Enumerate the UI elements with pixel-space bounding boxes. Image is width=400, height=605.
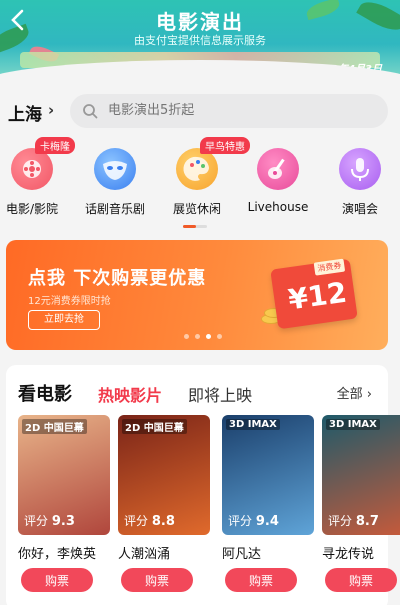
category-label: Livehouse	[247, 200, 309, 214]
carousel-dot	[184, 334, 189, 339]
search-bar[interactable]	[70, 94, 388, 128]
search-input[interactable]	[108, 94, 358, 128]
search-icon	[83, 104, 98, 119]
movie-score: 评分 9.3	[24, 514, 75, 529]
movie-poster[interactable]: 2D 中国巨幕 评分 8.8	[118, 415, 210, 535]
chevron-right-icon: ›	[48, 101, 55, 119]
theater-mask-icon	[94, 148, 136, 190]
format-tag: 2D 中国巨幕	[122, 419, 187, 434]
format-tag: 2D 中国巨幕	[22, 419, 87, 434]
movie-score: 评分 8.8	[124, 514, 175, 529]
palette-icon	[176, 148, 218, 190]
carousel-dots	[184, 334, 222, 339]
city-name: 上海	[8, 105, 42, 125]
movie-card[interactable]: 3D IMAX 评分 9.4 阿凡达 购票	[222, 415, 318, 592]
voucher-label: 消费券	[313, 258, 346, 276]
movie-title[interactable]: 寻龙传说	[322, 543, 400, 562]
carousel-dot	[195, 334, 200, 339]
format-tag: 3D IMAX	[226, 419, 280, 430]
category-label: 电影/影院	[5, 202, 59, 216]
movie-title[interactable]: 阿凡达	[222, 543, 318, 562]
movie-poster[interactable]: 2D 中国巨幕 评分 9.3	[18, 415, 110, 535]
grab-now-button[interactable]: 立即去抢	[28, 310, 100, 330]
promo-title: 点我 下次购票更优惠	[28, 268, 207, 289]
view-all-link[interactable]: 全部 ›	[337, 383, 372, 402]
category-label: 演唱会	[341, 202, 378, 216]
movie-score: 评分 9.4	[228, 514, 279, 529]
carousel-dot	[217, 334, 222, 339]
section-title: 看电影	[18, 384, 72, 405]
page-title: 电影演出	[156, 10, 244, 34]
promo-subtitle: 12元消费券限时抢	[28, 296, 111, 307]
buy-ticket-button[interactable]: 购票	[21, 568, 93, 592]
movie-card[interactable]: 3D IMAX 评分 8.7 寻龙传说 购票	[322, 415, 400, 592]
movie-score: 评分 8.7	[328, 514, 379, 529]
movie-card[interactable]: 2D 中国巨幕 评分 9.3 你好，李焕英 购票	[18, 415, 114, 592]
movie-poster[interactable]: 3D IMAX 评分 8.7	[322, 415, 400, 535]
category-theater[interactable]: 话剧音乐剧	[80, 148, 150, 217]
movie-title[interactable]: 你好，李焕英	[18, 543, 114, 562]
carousel-dot-active	[206, 334, 211, 339]
category-scroll-indicator	[183, 225, 207, 228]
category-badge: 卡梅隆	[35, 137, 75, 154]
tab-now-showing[interactable]: 热映影片	[98, 382, 162, 406]
category-exhibition[interactable]: 早鸟特惠 展览休闲	[162, 137, 250, 217]
category-concert[interactable]: 演唱会	[325, 148, 395, 217]
movie-card[interactable]: 2D 中国巨幕 评分 8.8 人潮汹涌 购票	[118, 415, 214, 592]
header-banner: 2021年4月3日 电影演出 由支付宝提供信息展示服务	[0, 0, 400, 80]
movie-poster[interactable]: 3D IMAX 评分 9.4	[222, 415, 314, 535]
format-tag: 3D IMAX	[326, 419, 380, 430]
promo-banner[interactable]: 点我 下次购票更优惠 12元消费券限时抢 立即去抢 消费券 ¥12	[6, 240, 388, 350]
voucher-amount: ¥12	[286, 275, 349, 317]
category-movie[interactable]: 卡梅隆 电影/影院	[0, 137, 75, 217]
film-reel-icon	[11, 148, 53, 190]
buy-ticket-button[interactable]: 购票	[121, 568, 193, 592]
guitar-icon	[257, 148, 299, 190]
buy-ticket-button[interactable]: 购票	[325, 568, 397, 592]
category-label: 话剧音乐剧	[84, 202, 145, 216]
movies-section: 看电影 热映影片 即将上映 全部 › 2D 中国巨幕 评分 9.3 你好，李焕英…	[6, 365, 400, 605]
tab-coming-soon[interactable]: 即将上映	[188, 382, 252, 406]
buy-ticket-button[interactable]: 购票	[225, 568, 297, 592]
movie-title[interactable]: 人潮汹涌	[118, 543, 214, 562]
voucher-graphic: 消费券 ¥12	[270, 258, 358, 330]
category-livehouse[interactable]: Livehouse	[243, 148, 313, 214]
page-subtitle: 由支付宝提供信息展示服务	[134, 34, 266, 47]
category-label: 展览休闲	[172, 202, 221, 216]
microphone-icon	[339, 148, 381, 190]
